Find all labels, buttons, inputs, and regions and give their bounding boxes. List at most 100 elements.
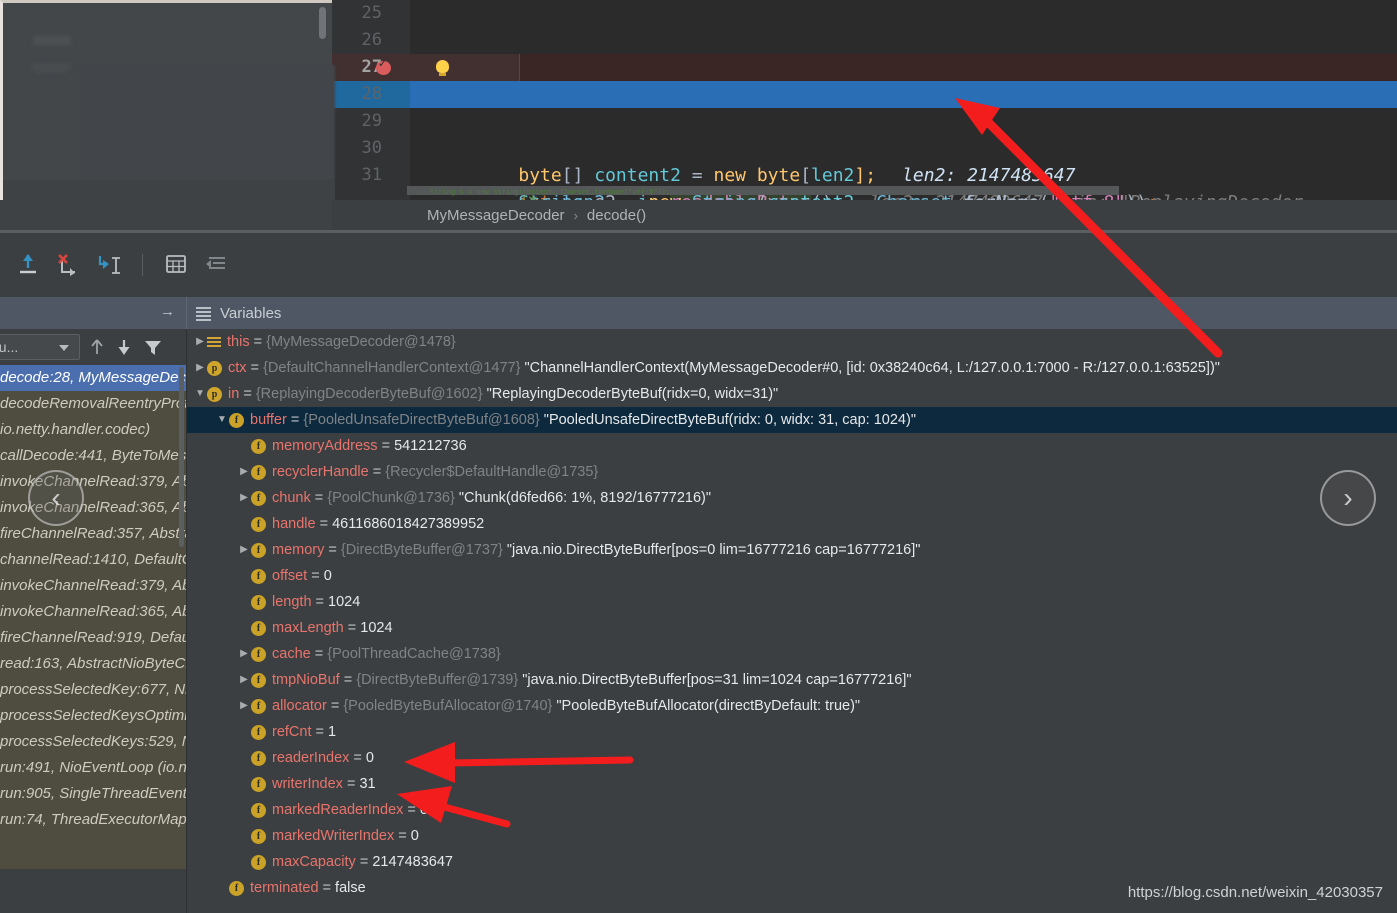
code-line-30[interactable]: String s2 = new String(content2, Charset… bbox=[410, 135, 1397, 200]
variable-row[interactable]: f markedWriterIndex = 0 bbox=[187, 823, 1397, 849]
step-over-icon[interactable] bbox=[14, 251, 42, 279]
variable-row[interactable]: ▼ p in = {ReplayingDecoderByteBuf@1602} "R… bbox=[187, 381, 1397, 407]
twisty-collapsed-icon[interactable]: ▶ bbox=[237, 537, 251, 563]
variables-list-icon bbox=[196, 306, 211, 321]
variable-type: {PoolThreadCache@1738} bbox=[327, 646, 501, 662]
frame-row[interactable]: invokeChannelRead:379, AbstractChannelHa… bbox=[0, 573, 186, 599]
code-line-27-executing[interactable]: int len2 = in.readableBytes();len2: 2147… bbox=[410, 54, 1397, 200]
frames-up-button[interactable] bbox=[86, 336, 108, 358]
frame-row[interactable]: processSelectedKeys:529, NioEventLoop (i… bbox=[0, 729, 186, 755]
variable-row[interactable]: f maxLength = 1024 bbox=[187, 615, 1397, 641]
variable-row[interactable]: f handle = 4611686018427389952 bbox=[187, 511, 1397, 537]
frame-row[interactable]: decodeRemovalReentryProtection:502, Byte… bbox=[0, 391, 186, 417]
frames-header-area: → bbox=[0, 297, 187, 329]
variable-name: refCnt bbox=[272, 724, 312, 740]
variable-row[interactable]: ▶ this = {MyMessageDecoder@1478} bbox=[187, 329, 1397, 355]
variable-row[interactable]: ▼ f buffer = {PooledUnsafeDirectByteBuf@16… bbox=[187, 407, 1397, 433]
breakpoint-icon[interactable] bbox=[376, 57, 391, 75]
breadcrumb-method[interactable]: decode() bbox=[587, 207, 646, 224]
twisty-expanded-icon[interactable]: ▼ bbox=[193, 381, 207, 407]
code-line-25[interactable]: String s = new String(content, Charset.f… bbox=[410, 0, 1397, 78]
code-line-31[interactable]: /* bbox=[410, 162, 1397, 200]
variable-row[interactable]: f memoryAddress = 541212736 bbox=[187, 433, 1397, 459]
next-image-button[interactable]: › bbox=[1320, 470, 1376, 526]
twisty-collapsed-icon[interactable]: ▶ bbox=[237, 459, 251, 485]
variable-row[interactable]: ▶ p ctx = {DefaultChannelHandlerContext@14… bbox=[187, 355, 1397, 381]
twisty-collapsed-icon[interactable]: ▶ bbox=[193, 355, 207, 381]
field-icon: f bbox=[251, 854, 266, 870]
frames-scrollbar[interactable] bbox=[179, 367, 184, 547]
overlay-scrollbar[interactable] bbox=[319, 7, 326, 39]
variable-value: 0 bbox=[365, 750, 374, 766]
intention-bulb-icon[interactable] bbox=[436, 60, 449, 76]
variable-type: {PooledByteBufAllocator@1740} bbox=[343, 698, 557, 714]
variable-row[interactable]: ▶ f chunk = {PoolChunk@1736} "Chunk(d6fed6… bbox=[187, 485, 1397, 511]
variable-row[interactable]: ▶ f tmpNioBuf = {DirectByteBuffer@1739} "j… bbox=[187, 667, 1397, 693]
variable-equals: = bbox=[343, 620, 361, 636]
twisty-expanded-icon[interactable]: ▼ bbox=[215, 407, 229, 433]
variable-equals: = bbox=[368, 464, 386, 480]
variable-equals: = bbox=[307, 568, 324, 584]
prev-image-button[interactable]: ‹ bbox=[28, 470, 84, 526]
breadcrumb-separator-icon: › bbox=[573, 207, 578, 223]
variable-value: 0 bbox=[323, 568, 332, 584]
code-line-29[interactable] bbox=[410, 108, 1397, 135]
breakpoint-marker-container[interactable] bbox=[332, 54, 410, 81]
field-icon: f bbox=[251, 672, 266, 688]
variable-row[interactable]: f markedReaderIndex = 0 bbox=[187, 797, 1397, 823]
force-step-into-icon[interactable] bbox=[54, 251, 82, 279]
frame-row[interactable]: processSelectedKey:677, NioEventLoop (io… bbox=[0, 677, 186, 703]
variable-row[interactable]: f writerIndex = 31 bbox=[187, 771, 1397, 797]
step-out-icon[interactable] bbox=[94, 251, 122, 279]
field-icon: f bbox=[251, 568, 266, 584]
code-line-26[interactable] bbox=[410, 27, 1397, 54]
breadcrumb-class[interactable]: MyMessageDecoder bbox=[427, 207, 565, 224]
code-line-28-selected[interactable]: byte[] content2 = new byte[len2]; len2: 2… bbox=[410, 81, 1397, 186]
twisty-collapsed-icon[interactable]: ▶ bbox=[237, 667, 251, 693]
variable-row[interactable]: ▶ f allocator = {PooledByteBufAllocator@17… bbox=[187, 693, 1397, 719]
frame-row[interactable]: read:163, AbstractNioByteChannel$NioByte… bbox=[0, 651, 186, 677]
variable-name: cache bbox=[272, 646, 311, 662]
restore-layout-icon[interactable]: → bbox=[160, 303, 175, 320]
show-execution-point-icon[interactable] bbox=[203, 251, 231, 279]
variable-row[interactable]: f offset = 0 bbox=[187, 563, 1397, 589]
twisty-collapsed-icon[interactable]: ▶ bbox=[237, 485, 251, 511]
variable-value: "PooledUnsafeDirectByteBuf(ridx: 0, widx… bbox=[543, 412, 916, 428]
variables-tree[interactable]: ▶ this = {MyMessageDecoder@1478} ▶ p ctx = … bbox=[187, 329, 1397, 913]
frames-filter-icon[interactable] bbox=[142, 336, 164, 358]
object-icon bbox=[207, 336, 221, 349]
toolbar-divider bbox=[142, 254, 143, 276]
variable-row[interactable]: f readerIndex = 0 bbox=[187, 745, 1397, 771]
twisty-collapsed-icon[interactable]: ▶ bbox=[193, 329, 207, 355]
minimap-preview-text: String s = new String(content, Charset.f… bbox=[430, 188, 671, 196]
variable-row[interactable]: f refCnt = 1 bbox=[187, 719, 1397, 745]
frame-row[interactable]: channelRead:1410, DefaultChannelPipeline… bbox=[0, 547, 186, 573]
frame-row[interactable]: fireChannelRead:919, DefaultChannelPipel… bbox=[0, 625, 186, 651]
variable-row[interactable]: f length = 1024 bbox=[187, 589, 1397, 615]
variable-row[interactable]: ▶ f recyclerHandle = {Recycler$DefaultHand… bbox=[187, 459, 1397, 485]
thread-selector[interactable]: ou... bbox=[0, 334, 80, 360]
frame-row[interactable]: run:491, NioEventLoop (io.netty.channel.… bbox=[0, 755, 186, 781]
field-icon: f bbox=[251, 698, 266, 714]
frame-row[interactable]: run:905, SingleThreadEventExecutor$5 (io… bbox=[0, 781, 186, 807]
evaluate-expression-icon[interactable] bbox=[163, 251, 191, 279]
twisty-collapsed-icon[interactable]: ▶ bbox=[237, 693, 251, 719]
frame-row[interactable]: processSelectedKeysOptimized:612, NioEve… bbox=[0, 703, 186, 729]
variable-value: 2147483647 bbox=[372, 854, 453, 870]
frames-down-button[interactable] bbox=[113, 336, 135, 358]
frame-row[interactable]: decode:28, MyMessageDecoder (com.atguigu… bbox=[0, 365, 186, 391]
frames-list[interactable]: decode:28, MyMessageDecoder (com.atguigu… bbox=[0, 365, 186, 869]
frame-row[interactable]: run:74, ThreadExecutorMap$2 (io.netty.ut… bbox=[0, 807, 186, 833]
field-icon: f bbox=[251, 828, 266, 844]
tab-variables[interactable]: Variables bbox=[196, 297, 281, 329]
variable-row[interactable]: ▶ f memory = {DirectByteBuffer@1737} "java… bbox=[187, 537, 1397, 563]
frame-row[interactable]: io.netty.handler.codec) bbox=[0, 417, 186, 443]
twisty-collapsed-icon[interactable]: ▶ bbox=[237, 641, 251, 667]
frame-row[interactable]: fireChannelRead:357, AbstractChannelHand… bbox=[0, 521, 186, 547]
frame-row[interactable]: callDecode:441, ByteToMessageDecoder (io… bbox=[0, 443, 186, 469]
code-editor: 25 26 27 28 29 30 31 String s = new Stri… bbox=[0, 0, 1397, 200]
variable-row[interactable]: ▶ f cache = {PoolThreadCache@1738} bbox=[187, 641, 1397, 667]
variable-row[interactable]: f maxCapacity = 2147483647 bbox=[187, 849, 1397, 875]
code-text-area[interactable]: String s = new String(content, Charset.f… bbox=[410, 0, 1397, 200]
frame-row[interactable]: invokeChannelRead:365, AbstractChannelHa… bbox=[0, 599, 186, 625]
